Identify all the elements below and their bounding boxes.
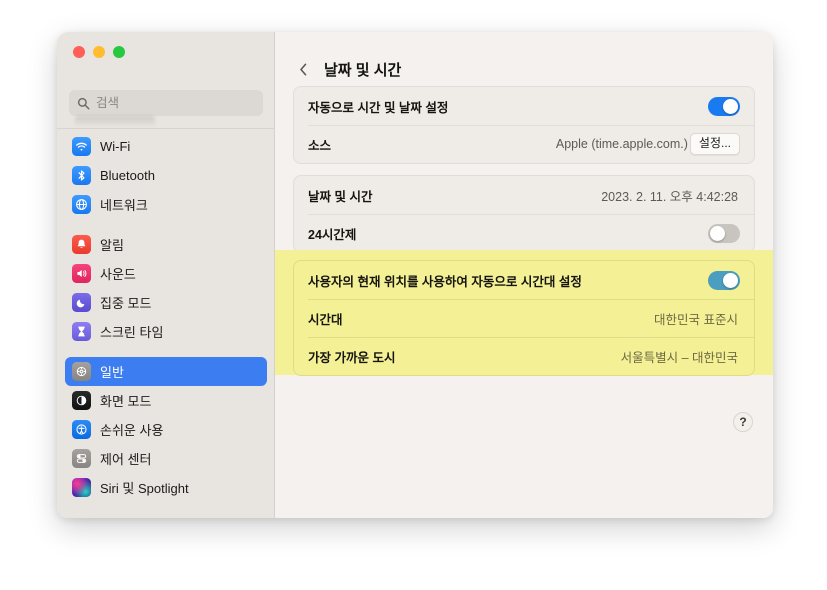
time-source-settings-button[interactable]: 설정... bbox=[690, 133, 740, 155]
row-date-and-time[interactable]: 날짜 및 시간 2023. 2. 11. 오후 4:42:28 bbox=[294, 176, 754, 214]
search-placeholder: 검색 bbox=[96, 97, 119, 110]
search-icon bbox=[77, 97, 90, 110]
row-label: 24시간제 bbox=[308, 224, 356, 243]
24-hour-time-toggle[interactable] bbox=[708, 224, 740, 243]
network-icon bbox=[72, 195, 91, 214]
sidebar-item-general[interactable]: 일반 bbox=[65, 357, 267, 386]
sidebar-item-label: Wi-Fi bbox=[100, 139, 130, 154]
row-closest-city[interactable]: 가장 가까운 도시 서울특별시 – 대한민국 bbox=[294, 337, 754, 375]
sidebar-item-wifi[interactable]: Wi-Fi bbox=[65, 132, 267, 161]
sidebar-divider bbox=[57, 128, 275, 129]
page-title: 날짜 및 시간 bbox=[324, 59, 401, 80]
row-set-time-zone-automatically[interactable]: 사용자의 현재 위치를 사용하여 자동으로 시간대 설정 bbox=[294, 261, 754, 299]
sidebar-item-control-center[interactable]: 제어 센터 bbox=[65, 444, 267, 473]
time-zone-value: 대한민국 표준시 bbox=[654, 309, 738, 328]
sidebar-item-network[interactable]: 네트워크 bbox=[65, 190, 267, 219]
row-label: 사용자의 현재 위치를 사용하여 자동으로 시간대 설정 bbox=[308, 271, 582, 290]
toggle-knob bbox=[723, 99, 738, 114]
accessibility-icon bbox=[72, 420, 91, 439]
sidebar-item-siri-spotlight[interactable]: Siri 및 Spotlight bbox=[65, 473, 267, 502]
window-traffic-lights bbox=[73, 46, 125, 58]
control-center-icon bbox=[72, 449, 91, 468]
sidebar-item-focus[interactable]: 집중 모드 bbox=[65, 288, 267, 317]
screen-time-icon bbox=[72, 322, 91, 341]
scrolled-item-fade bbox=[75, 116, 155, 127]
siri-icon bbox=[72, 478, 91, 497]
row-label: 자동으로 시간 및 날짜 설정 bbox=[308, 97, 448, 116]
sidebar-item-label: 제어 센터 bbox=[100, 449, 151, 468]
row-24-hour-time[interactable]: 24시간제 bbox=[294, 214, 754, 252]
sidebar-item-label: 손쉬운 사용 bbox=[100, 420, 163, 439]
wifi-icon bbox=[72, 137, 91, 156]
chevron-left-icon bbox=[299, 62, 308, 77]
sidebar-item-label: 알림 bbox=[100, 235, 124, 254]
closest-city-value: 서울특별시 – 대한민국 bbox=[621, 347, 738, 366]
content-header: 날짜 및 시간 bbox=[275, 32, 773, 86]
sidebar-item-label: 네트워크 bbox=[100, 195, 148, 214]
sidebar-item-screen-time[interactable]: 스크린 타임 bbox=[65, 317, 267, 346]
screen: 검색 Wi-Fi bbox=[0, 0, 827, 590]
sidebar-list: Wi-Fi Bluetooth bbox=[57, 132, 275, 502]
general-gear-icon bbox=[72, 362, 91, 381]
sound-icon bbox=[72, 264, 91, 283]
sidebar-item-bluetooth[interactable]: Bluetooth bbox=[65, 161, 267, 190]
time-source-value: Apple (time.apple.com.) bbox=[556, 137, 688, 151]
sidebar-item-label: Siri 및 Spotlight bbox=[100, 478, 189, 497]
sidebar-item-label: Bluetooth bbox=[100, 168, 155, 183]
sidebar: 검색 Wi-Fi bbox=[57, 32, 275, 518]
row-label: 소스 bbox=[308, 135, 331, 154]
toggle-knob bbox=[710, 226, 725, 241]
group-time-zone: 사용자의 현재 위치를 사용하여 자동으로 시간대 설정 시간대 대한민국 표준… bbox=[293, 260, 755, 376]
content-pane: 날짜 및 시간 자동으로 시간 및 날짜 설정 소스 Apple (time.a… bbox=[275, 32, 773, 518]
sidebar-item-label: 화면 모드 bbox=[100, 391, 151, 410]
sidebar-item-sound[interactable]: 사운드 bbox=[65, 259, 267, 288]
row-time-zone[interactable]: 시간대 대한민국 표준시 bbox=[294, 299, 754, 337]
system-settings-window: 검색 Wi-Fi bbox=[57, 32, 773, 518]
row-label: 시간대 bbox=[308, 309, 343, 328]
appearance-icon bbox=[72, 391, 91, 410]
toggle-knob bbox=[723, 273, 738, 288]
close-button[interactable] bbox=[73, 46, 85, 58]
row-time-source[interactable]: 소스 Apple (time.apple.com.) 설정... bbox=[294, 125, 754, 163]
sidebar-item-accessibility[interactable]: 손쉬운 사용 bbox=[65, 415, 267, 444]
sidebar-item-label: 일반 bbox=[100, 362, 124, 381]
set-time-automatically-toggle[interactable] bbox=[708, 97, 740, 116]
group-automatic-time: 자동으로 시간 및 날짜 설정 소스 Apple (time.apple.com… bbox=[293, 86, 755, 164]
sidebar-item-label: 스크린 타임 bbox=[100, 322, 163, 341]
zoom-button[interactable] bbox=[113, 46, 125, 58]
row-set-time-automatically[interactable]: 자동으로 시간 및 날짜 설정 bbox=[294, 87, 754, 125]
row-label: 가장 가까운 도시 bbox=[308, 347, 395, 366]
sidebar-item-appearance[interactable]: 화면 모드 bbox=[65, 386, 267, 415]
notifications-icon bbox=[72, 235, 91, 254]
sidebar-group-gap bbox=[57, 219, 275, 230]
help-button[interactable]: ? bbox=[733, 412, 753, 432]
current-date-time-value: 2023. 2. 11. 오후 4:42:28 bbox=[601, 186, 738, 205]
minimize-button[interactable] bbox=[93, 46, 105, 58]
sidebar-group-gap bbox=[57, 346, 275, 357]
group-date-time: 날짜 및 시간 2023. 2. 11. 오후 4:42:28 24시간제 bbox=[293, 175, 755, 253]
row-label: 날짜 및 시간 bbox=[308, 186, 372, 205]
sidebar-item-label: 집중 모드 bbox=[100, 293, 151, 312]
back-button[interactable] bbox=[297, 61, 310, 78]
highlight-overlay: 사용자의 현재 위치를 사용하여 자동으로 시간대 설정 시간대 대한민국 표준… bbox=[275, 250, 773, 375]
search-input[interactable]: 검색 bbox=[69, 90, 263, 116]
focus-icon bbox=[72, 293, 91, 312]
set-time-zone-automatically-toggle[interactable] bbox=[708, 271, 740, 290]
sidebar-item-notifications[interactable]: 알림 bbox=[65, 230, 267, 259]
sidebar-item-label: 사운드 bbox=[100, 264, 136, 283]
bluetooth-icon bbox=[72, 166, 91, 185]
